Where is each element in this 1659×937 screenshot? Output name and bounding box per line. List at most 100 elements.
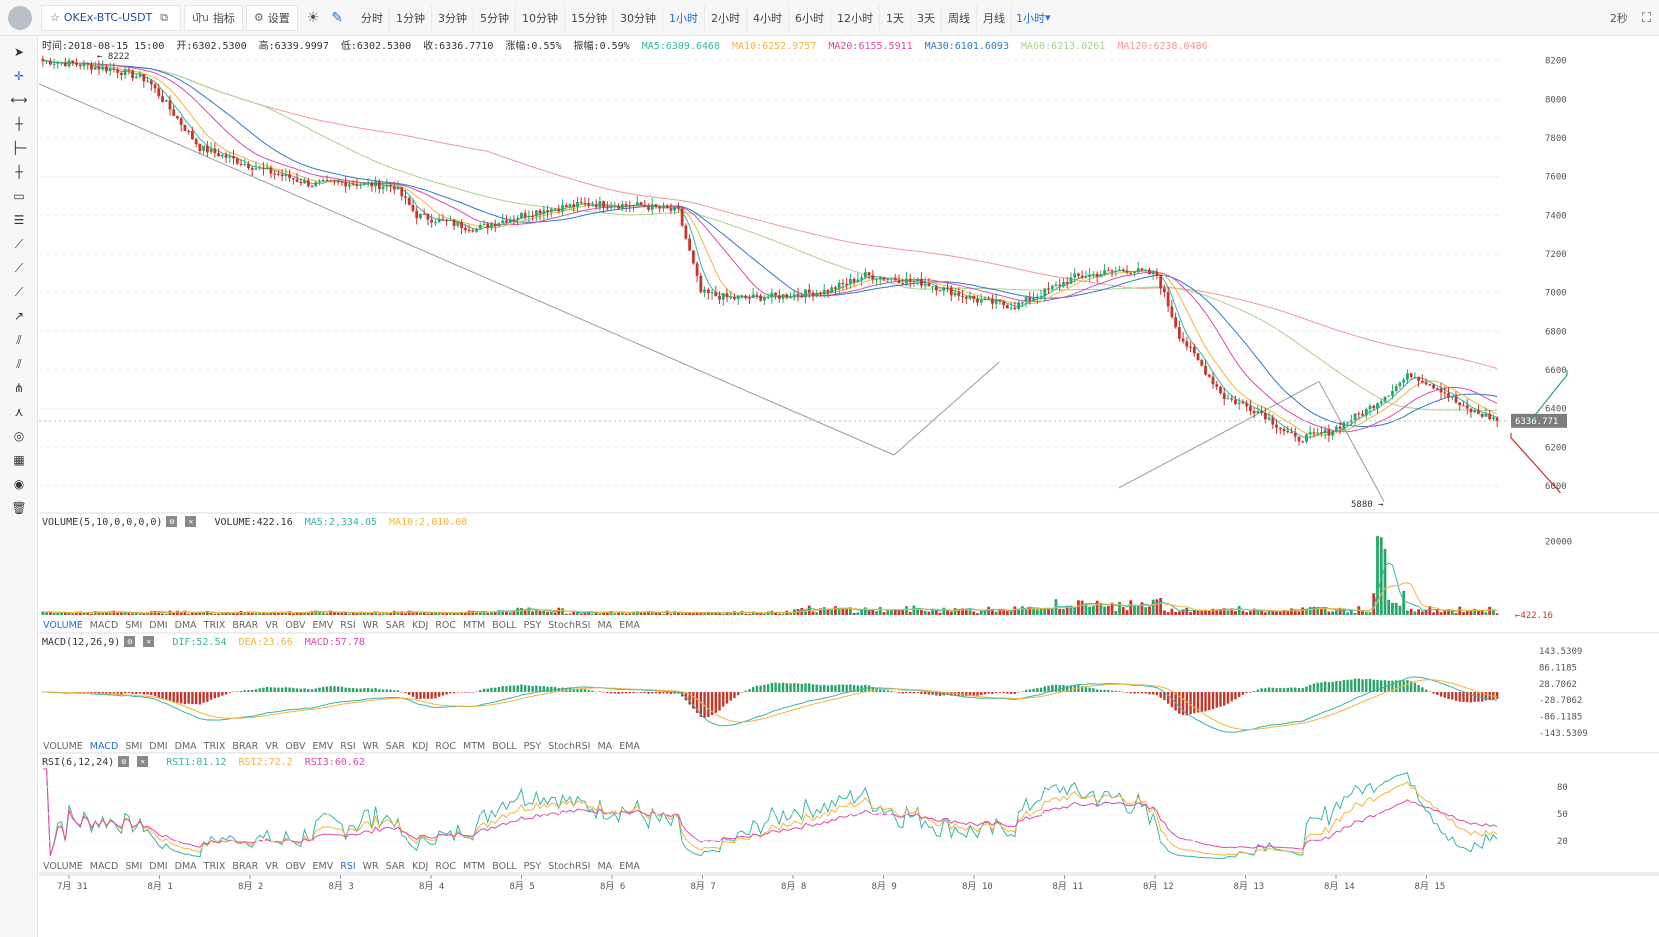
- timeframe-tab-2[interactable]: 3分钟: [432, 4, 474, 31]
- pitchfork-icon[interactable]: ⋔: [0, 376, 38, 400]
- indicator-tab-ma[interactable]: MA: [597, 620, 612, 631]
- indicator-tab-vr[interactable]: VR: [265, 861, 278, 872]
- extended-line-icon[interactable]: ⟋: [0, 280, 38, 304]
- indicator-tab-ma[interactable]: MA: [597, 861, 612, 872]
- star-icon[interactable]: ☆: [50, 11, 60, 24]
- timeframe-dropdown[interactable]: 1小时 ▾: [1012, 5, 1055, 31]
- timeframe-tab-15[interactable]: 月线: [977, 4, 1012, 31]
- gear-icon[interactable]: ⚙: [166, 516, 178, 527]
- timeframe-tab-6[interactable]: 30分钟: [614, 4, 663, 31]
- drawing-pen-icon[interactable]: ✎: [325, 10, 349, 26]
- indicator-tab-stochrsi[interactable]: StochRSI: [548, 741, 590, 752]
- indicator-tab-macd[interactable]: MACD: [90, 741, 118, 752]
- parallel-channel-icon[interactable]: ⫽: [0, 328, 38, 352]
- indicator-tab-kdj[interactable]: KDJ: [412, 741, 428, 752]
- indicator-tab-vr[interactable]: VR: [265, 620, 278, 631]
- indicator-tab-obv[interactable]: OBV: [285, 741, 305, 752]
- indicator-tab-brar[interactable]: BRAR: [232, 861, 258, 872]
- indicator-tab-wr[interactable]: WR: [363, 620, 379, 631]
- indicator-tab-stochrsi[interactable]: StochRSI: [548, 861, 590, 872]
- open-external-icon[interactable]: ⧉: [160, 11, 168, 25]
- chart-canvas[interactable]: 8200 8000 7800 7600 7400 7200 7000 6800 6600 6400…: [38, 37, 1659, 937]
- crosshair-icon[interactable]: ✛: [0, 64, 38, 88]
- cursor-arrow-icon[interactable]: ➤: [0, 40, 38, 64]
- timeframe-tab-14[interactable]: 周线: [942, 4, 977, 31]
- indicator-tab-trix[interactable]: TRIX: [204, 741, 226, 752]
- indicator-tab-roc[interactable]: ROC: [435, 620, 456, 631]
- indicator-tab-mtm[interactable]: MTM: [463, 861, 485, 872]
- indicator-tab-smi[interactable]: SMI: [125, 861, 142, 872]
- price-line-icon[interactable]: ▭: [0, 184, 38, 208]
- indicator-tab-macd[interactable]: MACD: [90, 861, 118, 872]
- indicator-tab-wr[interactable]: WR: [363, 861, 379, 872]
- timeframe-tab-3[interactable]: 5分钟: [474, 4, 516, 31]
- indicator-tab-kdj[interactable]: KDJ: [412, 620, 428, 631]
- indicator-tab-boll[interactable]: BOLL: [492, 620, 516, 631]
- indicator-tab-boll[interactable]: BOLL: [492, 861, 516, 872]
- indicator-tab-trix[interactable]: TRIX: [204, 861, 226, 872]
- indicator-tab-mtm[interactable]: MTM: [463, 620, 485, 631]
- indicator-tab-dmi[interactable]: DMI: [149, 861, 167, 872]
- indicator-tab-smi[interactable]: SMI: [125, 620, 142, 631]
- indicator-tab-rsi[interactable]: RSI: [340, 741, 355, 752]
- timeframe-tab-5[interactable]: 15分钟: [565, 4, 614, 31]
- close-icon[interactable]: ✕: [137, 756, 149, 767]
- indicator-tab-dma[interactable]: DMA: [175, 741, 197, 752]
- indicator-tab-psy[interactable]: PSY: [524, 741, 542, 752]
- indicator-tab-ma[interactable]: MA: [597, 741, 612, 752]
- indicator-tab-trix[interactable]: TRIX: [204, 620, 226, 631]
- indicator-tab-kdj[interactable]: KDJ: [412, 861, 428, 872]
- fibonacci-retracement-icon[interactable]: ▦: [0, 448, 38, 472]
- indicator-tab-macd[interactable]: MACD: [90, 620, 118, 631]
- gann-fan-icon[interactable]: ⋏: [0, 400, 38, 424]
- indicator-tab-dma[interactable]: DMA: [175, 620, 197, 631]
- visibility-eye-icon[interactable]: ◉: [0, 472, 38, 496]
- indicator-tab-emv[interactable]: EMV: [313, 620, 334, 631]
- vertical-line-icon[interactable]: ┼: [0, 160, 38, 184]
- price-channel-icon[interactable]: ⫽: [0, 352, 38, 376]
- timeframe-tab-9[interactable]: 4小时: [747, 4, 789, 31]
- close-icon[interactable]: ✕: [143, 636, 155, 647]
- timeframe-tab-7[interactable]: 1小时: [663, 4, 705, 31]
- horizontal-line-icon[interactable]: ┼: [0, 112, 38, 136]
- gear-icon[interactable]: ⚙: [118, 756, 130, 767]
- indicator-tab-sar[interactable]: SAR: [386, 741, 405, 752]
- indicator-tab-wr[interactable]: WR: [363, 741, 379, 752]
- trend-line-icon[interactable]: ⟋: [0, 232, 38, 256]
- close-icon[interactable]: ✕: [185, 516, 197, 527]
- timeframe-tab-10[interactable]: 6小时: [789, 4, 831, 31]
- indicator-tab-mtm[interactable]: MTM: [463, 741, 485, 752]
- chart-area[interactable]: 8200 8000 7800 7600 7400 7200 7000 6800 6600 6400…: [38, 37, 1659, 937]
- indicator-tab-ema[interactable]: EMA: [619, 620, 640, 631]
- ray-line-icon[interactable]: ⟋: [0, 256, 38, 280]
- fullscreen-icon[interactable]: ⛶: [1642, 11, 1651, 26]
- indicator-tab-boll[interactable]: BOLL: [492, 741, 516, 752]
- indicator-tab-roc[interactable]: ROC: [435, 861, 456, 872]
- settings-button[interactable]: ⚙ 设置: [245, 4, 298, 31]
- indicator-tab-volume[interactable]: VOLUME: [43, 741, 83, 752]
- indicator-tab-psy[interactable]: PSY: [524, 861, 542, 872]
- indicator-tab-psy[interactable]: PSY: [524, 620, 542, 631]
- timeframe-tab-4[interactable]: 10分钟: [516, 4, 565, 31]
- indicator-tab-stochrsi[interactable]: StochRSI: [548, 620, 590, 631]
- indicator-tab-brar[interactable]: BRAR: [232, 620, 258, 631]
- horizontal-ray-icon[interactable]: ├─: [0, 136, 38, 160]
- indicator-tab-dmi[interactable]: DMI: [149, 620, 167, 631]
- indicator-tab-dma[interactable]: DMA: [175, 861, 197, 872]
- indicator-tab-emv[interactable]: EMV: [313, 861, 334, 872]
- arrow-line-icon[interactable]: ↗: [0, 304, 38, 328]
- indicators-button[interactable]: ﬗ 指标: [184, 4, 243, 31]
- gear-icon[interactable]: ⚙: [124, 636, 136, 647]
- indicator-tab-smi[interactable]: SMI: [125, 741, 142, 752]
- timeframe-tab-0[interactable]: 分时: [355, 4, 390, 31]
- symbol-selector[interactable]: ☆ OKEx-BTC-USDT ⧉: [41, 4, 181, 31]
- indicator-tab-volume[interactable]: VOLUME: [43, 620, 83, 631]
- timeframe-tab-12[interactable]: 1天: [880, 4, 911, 31]
- indicator-tab-obv[interactable]: OBV: [285, 861, 305, 872]
- timeframe-tab-13[interactable]: 3天: [911, 4, 942, 31]
- indicator-tab-vr[interactable]: VR: [265, 741, 278, 752]
- timeframe-tab-1[interactable]: 1分钟: [390, 4, 432, 31]
- fibonacci-spiral-icon[interactable]: ◎: [0, 424, 38, 448]
- parallel-lines-icon[interactable]: ☰: [0, 208, 38, 232]
- indicator-tab-rsi[interactable]: RSI: [340, 620, 355, 631]
